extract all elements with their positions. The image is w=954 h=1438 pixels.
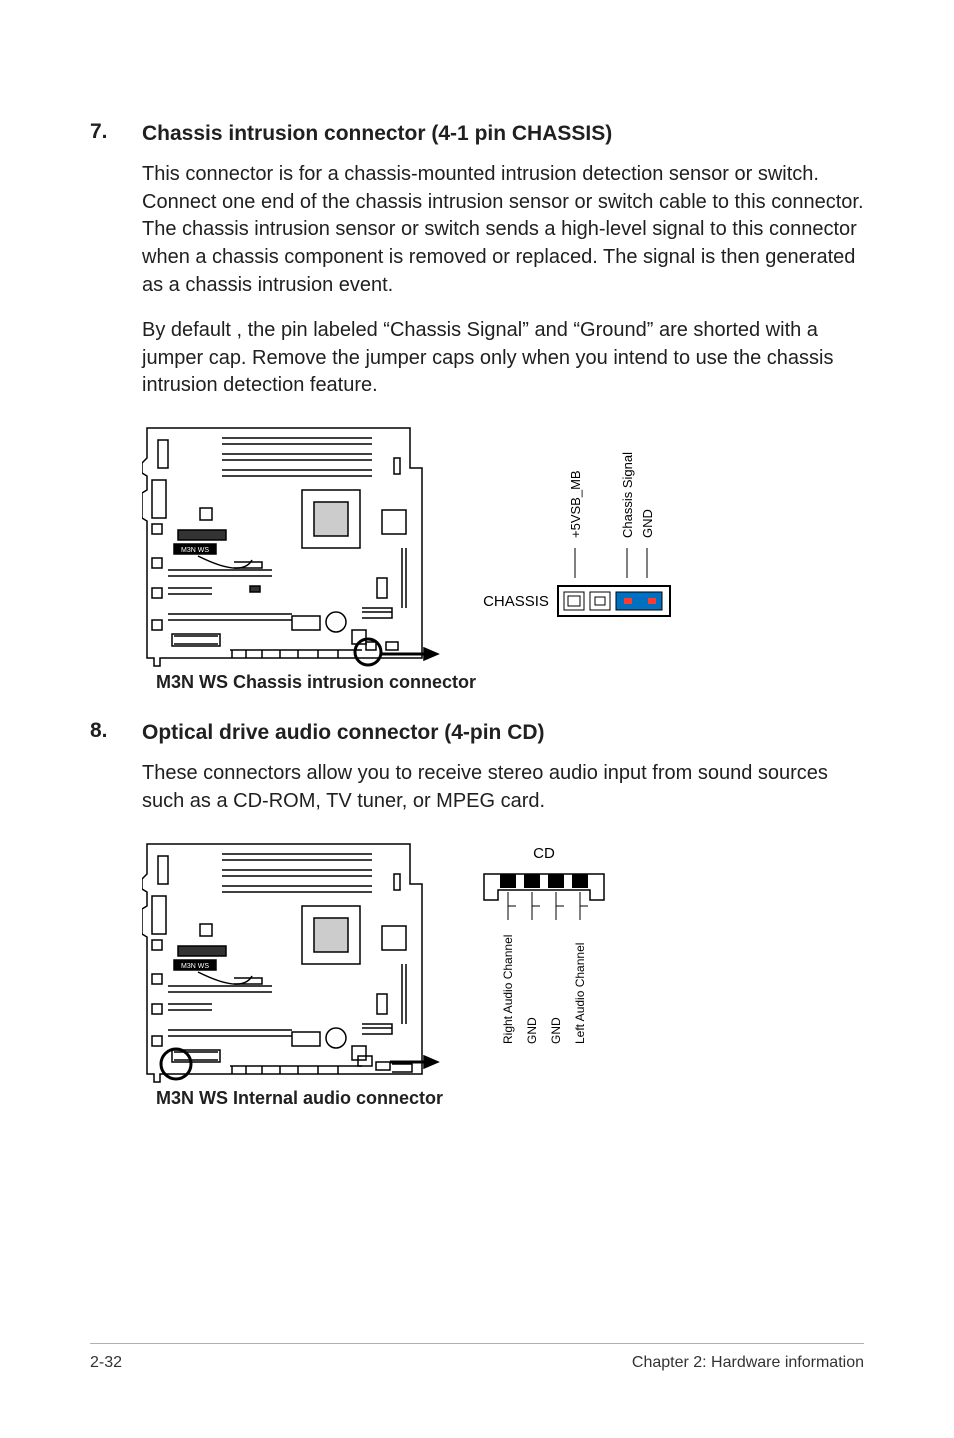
svg-text:CD: CD <box>533 845 555 862</box>
page-footer: 2-32 Chapter 2: Hardware information <box>90 1343 864 1372</box>
heading-title: Chassis intrusion connector (4-1 pin CHA… <box>142 120 612 147</box>
heading-number: 7. <box>90 120 142 147</box>
diagram-caption: M3N WS Chassis intrusion connector <box>156 672 864 693</box>
svg-text:GND: GND <box>640 509 655 538</box>
body-paragraph: By default , the pin labeled “Chassis Si… <box>142 317 864 400</box>
heading-number: 8. <box>90 719 142 746</box>
page-number: 2-32 <box>90 1354 122 1372</box>
svg-text:Left Audio Channel: Left Audio Channel <box>573 942 587 1043</box>
svg-text:Right Audio Channel: Right Audio Channel <box>501 934 515 1043</box>
diagram-cd-audio: M3N WS <box>142 834 864 1109</box>
chassis-pinout-icon: +5VSB_MB Chassis Signal GND CHASSIS <box>472 448 682 638</box>
motherboard-diagram-icon: M3N WS <box>142 834 442 1084</box>
diagram-chassis: M3N WS <box>142 418 864 693</box>
body-paragraph: This connector is for a chassis-mounted … <box>142 161 864 299</box>
heading-row: 8. Optical drive audio connector (4-pin … <box>90 719 864 746</box>
section-chassis-intrusion: 7. Chassis intrusion connector (4-1 pin … <box>90 120 864 693</box>
body-paragraph: These connectors allow you to receive st… <box>142 760 864 815</box>
svg-text:+5VSB_MB: +5VSB_MB <box>568 470 583 538</box>
svg-text:GND: GND <box>525 1017 539 1044</box>
svg-text:CHASSIS: CHASSIS <box>483 593 549 610</box>
svg-text:Chassis Signal: Chassis Signal <box>620 452 635 538</box>
motherboard-diagram-icon: M3N WS <box>142 418 442 668</box>
svg-text:GND: GND <box>549 1017 563 1044</box>
cd-pinout-icon: CD Right Audio <box>472 844 632 1054</box>
svg-text:M3N WS: M3N WS <box>181 963 209 970</box>
section-optical-audio: 8. Optical drive audio connector (4-pin … <box>90 719 864 1108</box>
chapter-label: Chapter 2: Hardware information <box>632 1354 864 1372</box>
heading-row: 7. Chassis intrusion connector (4-1 pin … <box>90 120 864 147</box>
heading-title: Optical drive audio connector (4-pin CD) <box>142 719 545 746</box>
svg-text:M3N WS: M3N WS <box>181 547 209 554</box>
diagram-caption: M3N WS Internal audio connector <box>156 1088 864 1109</box>
